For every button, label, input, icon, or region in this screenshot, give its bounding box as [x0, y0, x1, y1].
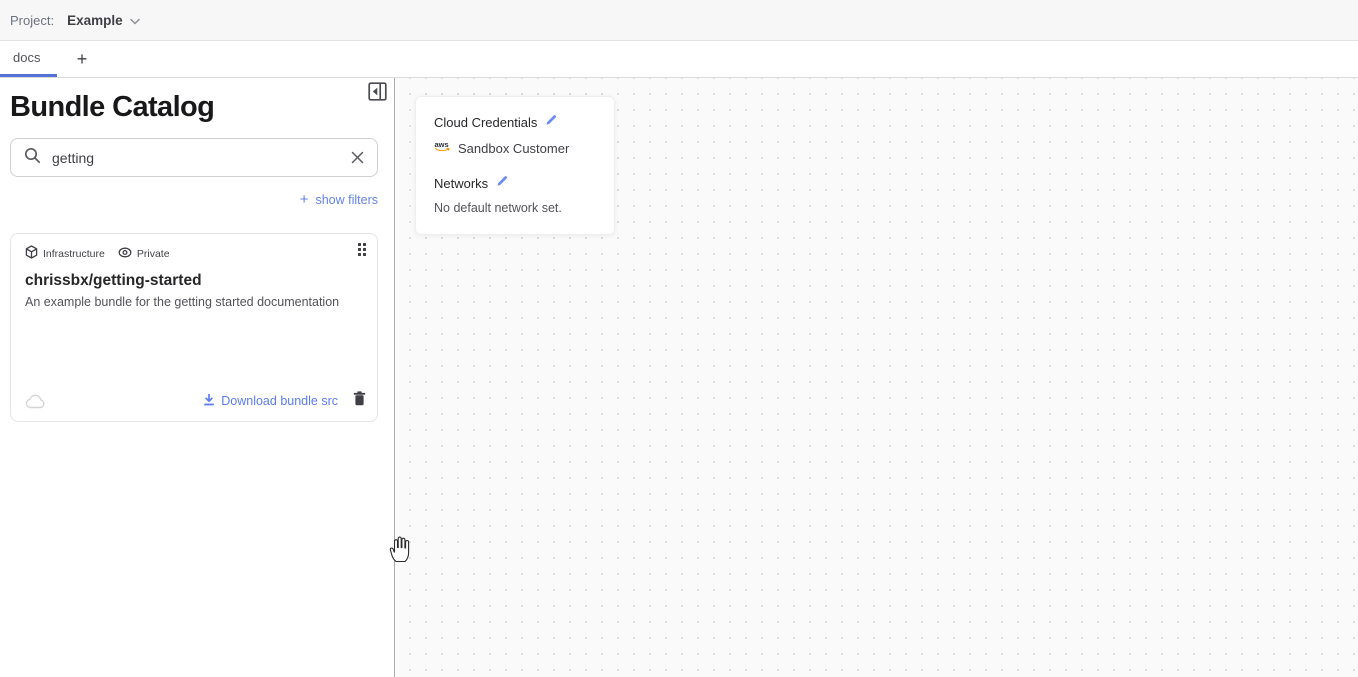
svg-text:aws: aws — [435, 140, 449, 149]
add-tab-button[interactable]: + — [71, 41, 93, 77]
chevron-down-icon — [130, 13, 140, 28]
drag-handle[interactable] — [358, 243, 366, 256]
plus-icon: + — [300, 192, 309, 207]
project-defaults-card: Cloud Credentials aws Sandbox Cu — [415, 96, 615, 235]
search-icon — [24, 147, 41, 169]
pencil-icon — [496, 174, 509, 192]
topbar: Project: Example — [0, 0, 1358, 41]
project-selector[interactable]: Example — [67, 13, 140, 28]
trash-icon — [353, 391, 366, 411]
edit-cloud-credentials-button[interactable] — [545, 113, 558, 131]
bundle-badges: Infrastructure Private — [25, 245, 170, 262]
bundle-type-badge: Infrastructure — [25, 245, 105, 262]
show-filters-button[interactable]: + show filters — [300, 192, 378, 207]
networks-row: Networks — [434, 174, 596, 192]
page-title: Bundle Catalog — [10, 91, 214, 124]
download-label: Download bundle src — [221, 394, 338, 408]
credential-row: aws Sandbox Customer — [434, 139, 596, 157]
networks-label: Networks — [434, 176, 488, 191]
bundle-type-label: Infrastructure — [43, 248, 105, 260]
download-bundle-src-link[interactable]: Download bundle src — [203, 393, 338, 409]
bundle-description: An example bundle for the getting starte… — [25, 295, 363, 309]
bundle-visibility-label: Private — [137, 248, 170, 260]
collapse-panel-button[interactable] — [367, 84, 387, 104]
download-icon — [203, 393, 215, 409]
bundle-catalog-panel: Bundle Catalog + show filters — [0, 78, 395, 677]
collapse-panel-icon — [368, 82, 387, 106]
bundle-visibility-badge: Private — [118, 247, 170, 261]
pencil-icon — [545, 113, 558, 131]
cloud-credentials-row: Cloud Credentials — [434, 113, 596, 131]
delete-bundle-button[interactable] — [353, 391, 366, 411]
clear-search-button[interactable] — [351, 151, 364, 164]
tab-docs[interactable]: docs — [0, 41, 57, 77]
cloud-icon — [25, 394, 46, 409]
package-icon — [25, 245, 38, 262]
networks-empty-text: No default network set. — [434, 201, 596, 215]
workflow-canvas[interactable]: Cloud Credentials aws Sandbox Cu — [396, 78, 1358, 677]
aws-icon: aws — [434, 139, 451, 157]
project-selector-value: Example — [67, 13, 123, 28]
plus-icon: + — [77, 49, 88, 70]
tabbar: docs + — [0, 41, 1358, 78]
project-label: Project: — [10, 13, 54, 28]
eye-icon — [118, 247, 132, 261]
bundle-card[interactable]: Infrastructure Private chrissbx/getting-… — [10, 233, 378, 422]
edit-networks-button[interactable] — [496, 174, 509, 192]
tab-label: docs — [13, 50, 40, 65]
bundle-card-footer: Download bundle src — [25, 391, 366, 411]
show-filters-label: show filters — [315, 193, 378, 207]
search-box — [10, 138, 378, 177]
bundle-name: chrissbx/getting-started — [25, 272, 202, 290]
cloud-credentials-label: Cloud Credentials — [434, 115, 537, 130]
search-input[interactable] — [52, 150, 340, 166]
credential-name: Sandbox Customer — [458, 141, 569, 156]
main-area: Bundle Catalog + show filters — [0, 78, 1358, 677]
